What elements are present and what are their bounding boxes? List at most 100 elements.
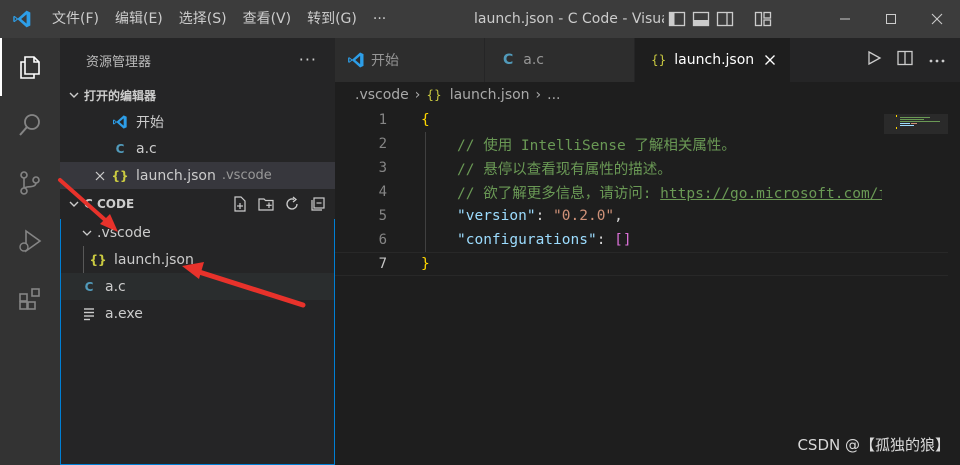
split-editor-icon[interactable] — [896, 49, 914, 71]
tab-label: 开始 — [371, 53, 399, 69]
maximize-button[interactable] — [868, 0, 914, 38]
line-number: 4 — [378, 184, 387, 200]
menu-selection[interactable]: 选择(S) — [171, 0, 235, 38]
menu-more[interactable]: ··· — [365, 0, 394, 38]
tree-item[interactable]: a.exe — [61, 300, 334, 327]
explorer-sidebar: 资源管理器 ··· 打开的编辑器 开始 C a.c {} launch.json… — [60, 38, 335, 465]
customize-layout-icon[interactable] — [754, 10, 772, 28]
code-property-line: "version": "0.2.0", — [457, 208, 623, 224]
editor-actions — [866, 38, 960, 82]
tree-folder[interactable]: .vscode — [61, 219, 334, 246]
vertical-scrollbar[interactable] — [948, 108, 960, 465]
source-control-activity-icon[interactable] — [0, 154, 60, 212]
c-file-icon: C — [84, 279, 94, 294]
code-line: 4 // 欲了解更多信息，请访问: https://go.microsoft.c… — [335, 180, 960, 204]
title-bar: 文件(F) 编辑(E) 选择(S) 查看(V) 转到(G) ··· launch… — [0, 0, 960, 38]
extensions-activity-icon[interactable] — [0, 270, 60, 328]
explorer-more-actions[interactable]: ··· — [299, 50, 317, 69]
vscode-logo-icon — [0, 0, 44, 38]
breadcrumb: .vscode › {} launch.json › ... — [335, 82, 960, 108]
tree-item-label: launch.json — [114, 251, 194, 268]
open-editor-item[interactable]: 开始 — [60, 108, 335, 135]
json-key: "version" — [457, 208, 536, 224]
close-tab-icon[interactable] — [764, 54, 776, 66]
chevron-down-icon — [66, 90, 82, 100]
window-controls — [822, 0, 960, 38]
vscode-icon — [347, 51, 365, 69]
indent-guide — [425, 132, 426, 252]
layout-controls — [668, 0, 772, 38]
open-editors-section-header[interactable]: 打开的编辑器 — [60, 82, 335, 108]
tab-a-c[interactable]: C a.c — [485, 38, 635, 82]
json-file-icon: {} — [651, 53, 667, 67]
tree-item-label: a.exe — [105, 305, 143, 322]
menu-edit[interactable]: 编辑(E) — [107, 0, 171, 38]
code-text: { — [421, 112, 430, 128]
menu-view[interactable]: 查看(V) — [235, 0, 300, 38]
menu-file[interactable]: 文件(F) — [44, 0, 107, 38]
code-line: 1 { — [335, 108, 960, 132]
toggle-sidebar-icon[interactable] — [668, 10, 686, 28]
code-line-current: 7 } — [335, 252, 960, 276]
json-file-icon: {} — [111, 168, 129, 183]
tree-folder-label: .vscode — [97, 224, 151, 241]
editor-tabs: 开始 C a.c {} launch.json — [335, 38, 960, 82]
more-actions-icon[interactable] — [928, 53, 946, 68]
refresh-icon[interactable] — [283, 195, 301, 216]
line-number: 3 — [378, 160, 387, 176]
menu-bar: 文件(F) 编辑(E) 选择(S) 查看(V) 转到(G) ··· — [44, 0, 394, 38]
vscode-icon — [110, 114, 130, 130]
workspace-label: C CODE — [84, 197, 135, 211]
line-number: 7 — [378, 256, 387, 272]
window-title: launch.json - C Code - Visual Studio Cod… — [474, 11, 664, 27]
activity-bar — [0, 38, 60, 465]
code-editor[interactable]: 1 { 2 // 使用 IntelliSense 了解相关属性。 3 // 悬停… — [335, 108, 960, 428]
workspace-section-header[interactable]: C CODE — [60, 191, 335, 217]
new-file-icon[interactable] — [231, 195, 249, 216]
close-window-button[interactable] — [914, 0, 960, 38]
tree-item[interactable]: {} launch.json — [83, 246, 334, 273]
close-editor-icon[interactable] — [90, 171, 110, 181]
tab-welcome[interactable]: 开始 — [335, 38, 485, 82]
code-property-line: "configurations": [] — [457, 232, 632, 248]
tab-launch-json[interactable]: {} launch.json — [635, 38, 791, 82]
breadcrumb-file[interactable]: launch.json — [450, 87, 530, 103]
minimap[interactable] — [884, 108, 948, 465]
tab-label: a.c — [523, 52, 545, 68]
line-number: 6 — [378, 232, 387, 248]
tab-label: launch.json — [674, 52, 755, 68]
explorer-title: 资源管理器 — [86, 54, 152, 70]
json-colon: : — [596, 232, 615, 248]
tree-item[interactable]: C a.c — [61, 273, 334, 300]
open-editor-item[interactable]: C a.c — [60, 135, 335, 162]
code-link[interactable]: https://go.microsoft.com/fwlink/?linkid=… — [660, 186, 882, 202]
json-file-icon: {} — [426, 88, 442, 102]
json-key: "configurations" — [457, 232, 597, 248]
chevron-right-icon: › — [535, 87, 542, 103]
chevron-right-icon: › — [414, 87, 421, 103]
code-comment-line: // 欲了解更多信息，请访问: https://go.microsoft.com… — [457, 182, 882, 203]
explorer-activity-icon[interactable] — [0, 38, 60, 96]
c-file-icon: C — [503, 52, 514, 68]
run-debug-activity-icon[interactable] — [0, 212, 60, 270]
minimize-button[interactable] — [822, 0, 868, 38]
open-editor-label: a.c — [136, 140, 157, 157]
collapse-all-icon[interactable] — [309, 195, 327, 216]
new-folder-icon[interactable] — [257, 195, 275, 216]
search-activity-icon[interactable] — [0, 96, 60, 154]
code-comment: // 使用 IntelliSense 了解相关属性。 — [457, 137, 736, 154]
line-number: 1 — [378, 112, 387, 128]
chevron-down-icon — [79, 228, 95, 238]
json-file-icon: {} — [89, 252, 107, 267]
run-icon[interactable] — [866, 50, 882, 70]
open-editor-item[interactable]: {} launch.json .vscode — [60, 162, 335, 189]
breadcrumb-folder[interactable]: .vscode — [355, 87, 409, 103]
menu-go[interactable]: 转到(G) — [299, 0, 365, 38]
toggle-secondary-sidebar-icon[interactable] — [716, 10, 734, 28]
explorer-header: 资源管理器 ··· — [60, 38, 335, 82]
open-editors-label: 打开的编辑器 — [84, 88, 157, 103]
toggle-panel-icon[interactable] — [692, 10, 710, 28]
code-line: 3 // 悬停以查看现有属性的描述。 — [335, 156, 960, 180]
json-colon: : — [535, 208, 554, 224]
breadcrumb-symbol[interactable]: ... — [547, 87, 560, 103]
